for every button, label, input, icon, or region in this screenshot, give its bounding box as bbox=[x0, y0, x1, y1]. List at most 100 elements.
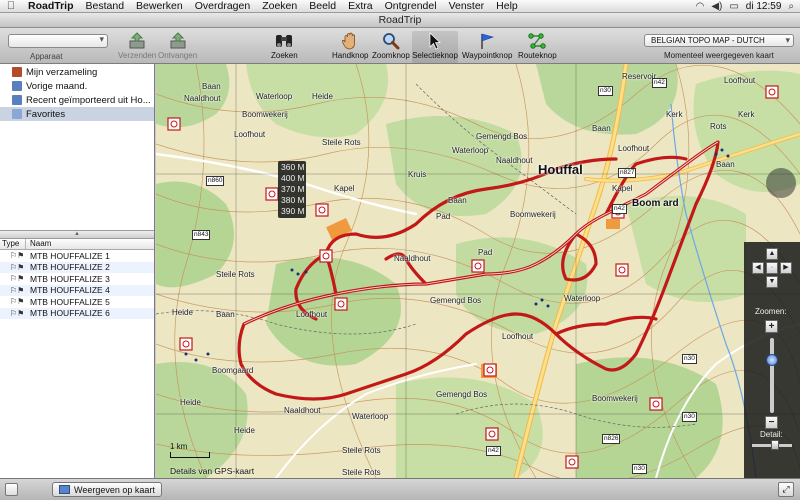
road-shield: n826 bbox=[602, 434, 621, 444]
list-item[interactable]: ⚐⚑ MTB HOUFFALIZE 4 bbox=[0, 284, 154, 296]
map-label: Naaldhout bbox=[184, 94, 221, 103]
road-shield: n30 bbox=[598, 86, 613, 96]
route-icon bbox=[527, 31, 547, 50]
town-label: Houffal bbox=[538, 162, 583, 177]
column-header-name[interactable]: Naam bbox=[26, 239, 51, 249]
menu-app[interactable]: RoadTrip bbox=[22, 0, 80, 13]
map-view[interactable]: Baan Naaldhout Heide Boomwekerij Loofhou… bbox=[156, 64, 800, 478]
menu-extra[interactable]: Extra bbox=[342, 0, 379, 13]
send-button[interactable]: Verzenden bbox=[118, 31, 156, 63]
route-type-icon: ⚐⚑ bbox=[10, 262, 25, 272]
map-credit: Details van GPS-kaart bbox=[170, 466, 255, 476]
map-label: Boomwekerij bbox=[592, 394, 638, 403]
map-label: Waterloop bbox=[564, 294, 601, 303]
road-shield: n30 bbox=[682, 412, 697, 422]
clock[interactable]: di 12:59 bbox=[746, 1, 782, 12]
map-select-label: Momenteel weergegeven kaart bbox=[664, 51, 774, 60]
search-button[interactable]: Zoeken bbox=[271, 31, 298, 63]
menu-bewerken[interactable]: Bewerken bbox=[130, 0, 189, 13]
map-label: Pad bbox=[436, 212, 451, 221]
map-label: Heide bbox=[312, 92, 333, 101]
menu-overdragen[interactable]: Overdragen bbox=[189, 0, 256, 13]
show-on-map-button[interactable]: Weergeven op kaart bbox=[52, 482, 162, 497]
zoom-out-button[interactable]: − bbox=[765, 416, 778, 429]
map-label: Pad bbox=[478, 248, 493, 257]
pane-splitter[interactable]: ▲ bbox=[0, 230, 154, 239]
list-item[interactable]: ⚐⚑ MTB HOUFFALIZE 6 bbox=[0, 307, 154, 319]
pan-down-button[interactable]: ▼ bbox=[766, 276, 778, 288]
window-title: RoadTrip bbox=[0, 13, 800, 28]
compass-icon[interactable] bbox=[766, 168, 796, 198]
map-label: Loofhout bbox=[618, 144, 650, 153]
receive-button[interactable]: Ontvangen bbox=[158, 31, 197, 63]
apple-menu-icon[interactable]:  bbox=[0, 0, 22, 12]
column-header-type[interactable]: Type bbox=[0, 239, 26, 249]
map-label: Steile Rots bbox=[342, 468, 381, 477]
zoom-slider-track[interactable] bbox=[770, 338, 774, 413]
list-item[interactable]: ⚐⚑ MTB HOUFFALIZE 1 bbox=[0, 250, 154, 262]
map-label: Boomwekerij bbox=[242, 110, 288, 119]
road-shield: n42 bbox=[612, 204, 627, 214]
pan-left-button[interactable]: ◀ bbox=[752, 262, 764, 274]
smart-folder-icon bbox=[12, 81, 22, 91]
map-label: Baan bbox=[448, 196, 467, 205]
list-item[interactable]: ⚐⚑ MTB HOUFFALIZE 3 bbox=[0, 273, 154, 285]
battery-icon[interactable]: ▭ bbox=[729, 1, 738, 12]
waypoint-tool-button[interactable]: Waypointknop bbox=[462, 31, 512, 63]
volume-icon[interactable]: ◀) bbox=[711, 1, 722, 12]
map-label: Loofhout bbox=[296, 310, 328, 319]
folder-icon bbox=[12, 109, 22, 119]
zoom-tool-button[interactable]: Zoomknop bbox=[372, 31, 410, 63]
route-type-icon: ⚐⚑ bbox=[10, 297, 25, 307]
collection-item[interactable]: Mijn verzameling bbox=[0, 65, 154, 79]
receive-icon bbox=[168, 31, 188, 50]
scale-bar bbox=[170, 452, 210, 458]
pan-right-button[interactable]: ▶ bbox=[780, 262, 792, 274]
fullscreen-icon[interactable]: ⤢ bbox=[778, 482, 794, 497]
map-label: Loofhout bbox=[724, 76, 756, 85]
select-tool-button[interactable]: Selectieknop bbox=[412, 31, 458, 63]
menu-bestand[interactable]: Bestand bbox=[80, 0, 131, 13]
device-select[interactable] bbox=[8, 34, 108, 48]
wifi-icon[interactable]: ◠ bbox=[696, 1, 705, 12]
map-select[interactable]: BELGIAN TOPO MAP - DUTCH bbox=[644, 34, 794, 47]
route-tool-button[interactable]: Routeknop bbox=[518, 31, 557, 63]
map-label: Steile Rots bbox=[216, 270, 255, 279]
zoom-in-button[interactable]: + bbox=[765, 320, 778, 333]
map-label: Waterloop bbox=[256, 92, 293, 101]
detail-slider-thumb[interactable] bbox=[771, 440, 779, 450]
map-label: Baan bbox=[216, 310, 235, 319]
collection-item[interactable]: Recent geïmporteerd uit Ho... bbox=[0, 93, 154, 107]
list-item[interactable]: ⚐⚑ MTB HOUFFALIZE 5 bbox=[0, 296, 154, 308]
route-type-icon: ⚐⚑ bbox=[10, 274, 25, 284]
arrow-cursor-icon bbox=[425, 31, 445, 50]
menu-venster[interactable]: Venster bbox=[443, 0, 491, 13]
road-shield: n42 bbox=[652, 78, 667, 88]
map-label: Boomwekerij bbox=[510, 210, 556, 219]
map-label: Naaldhout bbox=[394, 254, 431, 263]
flag-icon bbox=[477, 31, 497, 50]
sidebar-toggle-button[interactable] bbox=[5, 483, 18, 496]
menu-ontgrendel[interactable]: Ontgrendel bbox=[379, 0, 443, 13]
detail-label: Detail: bbox=[760, 430, 783, 439]
collection-item[interactable]: Favorites bbox=[0, 107, 154, 121]
pan-center-button[interactable]: · bbox=[766, 262, 778, 274]
map-label: Kapel bbox=[334, 184, 355, 193]
collection-icon bbox=[12, 67, 22, 77]
zoom-slider-thumb[interactable] bbox=[766, 354, 778, 366]
map-label: Naaldhout bbox=[284, 406, 321, 415]
map-label: Kerk bbox=[738, 110, 755, 119]
road-shield: n843 bbox=[192, 230, 211, 240]
list-item[interactable]: ⚐⚑ MTB HOUFFALIZE 2 bbox=[0, 261, 154, 273]
pan-up-button[interactable]: ▲ bbox=[766, 248, 778, 260]
hand-tool-button[interactable]: Handknop bbox=[332, 31, 368, 63]
spotlight-icon[interactable]: ⌕ bbox=[788, 1, 794, 12]
menu-help[interactable]: Help bbox=[490, 0, 524, 13]
collection-item[interactable]: Vorige maand. bbox=[0, 79, 154, 93]
map-label: Loofhout bbox=[502, 332, 534, 341]
menu-zoeken[interactable]: Zoeken bbox=[256, 0, 303, 13]
binoculars-icon bbox=[274, 31, 294, 50]
map-navigation-panel: ▲ ◀ · ▶ ▼ Zoomen: + − Detail: bbox=[744, 242, 800, 478]
road-shield: n827 bbox=[618, 168, 637, 178]
menu-beeld[interactable]: Beeld bbox=[303, 0, 342, 13]
